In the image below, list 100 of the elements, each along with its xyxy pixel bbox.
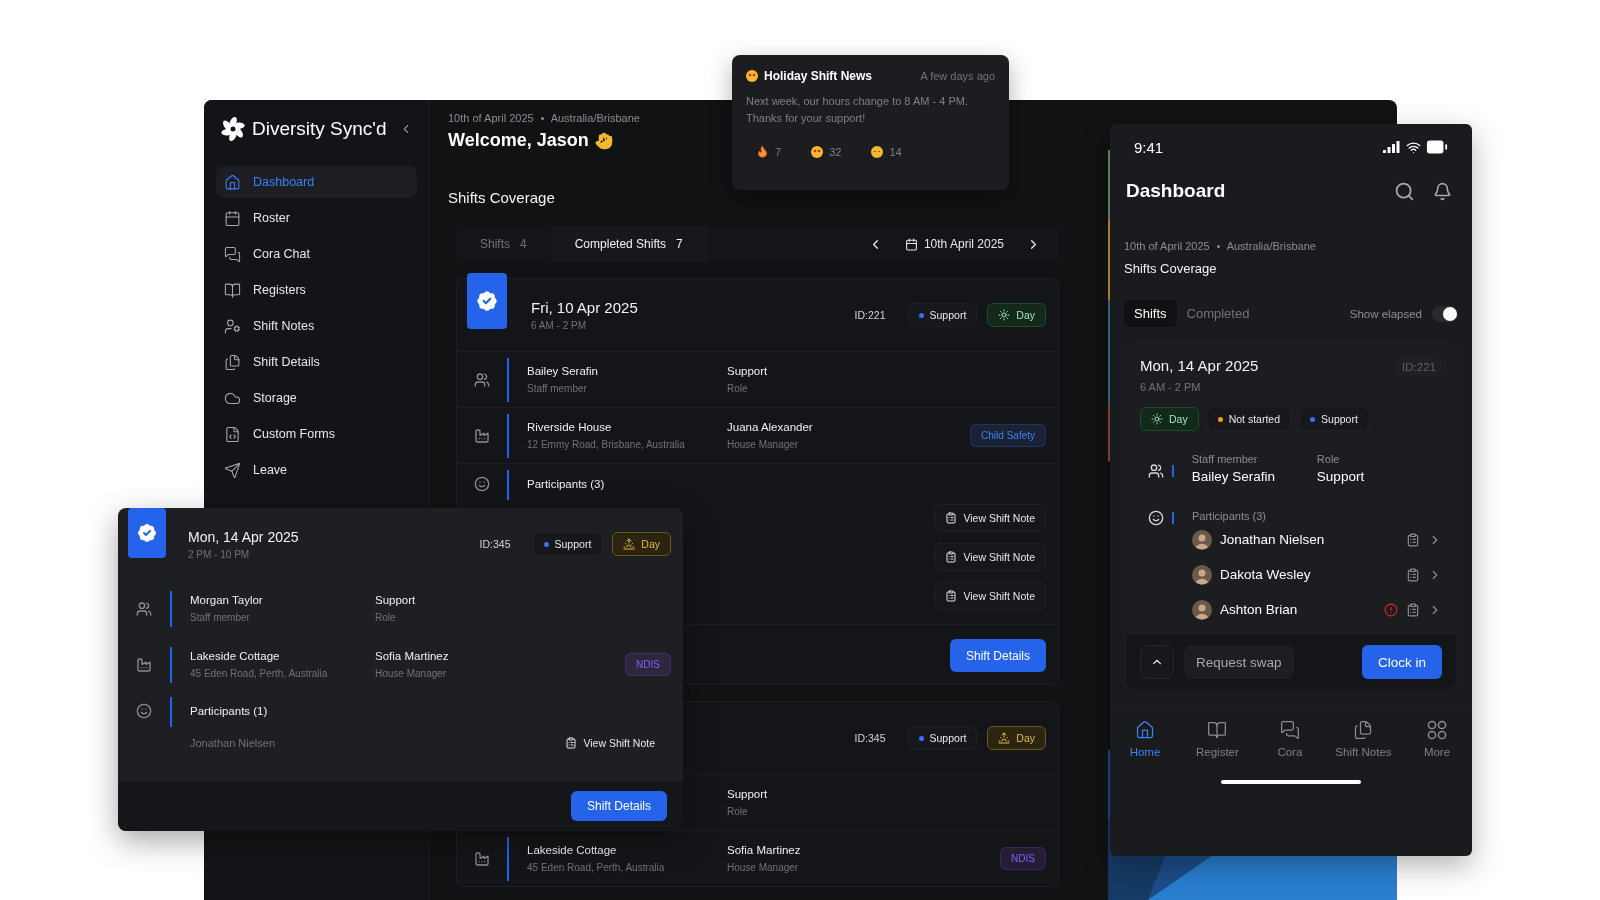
toggle-switch[interactable]	[1432, 305, 1458, 322]
clock-in-button[interactable]: Clock in	[1362, 645, 1442, 679]
emoji-icon	[746, 70, 758, 82]
role-caption: Role	[1316, 453, 1341, 465]
grid-icon	[1427, 720, 1447, 740]
manager-caption: House Manager	[727, 862, 800, 873]
timezone-text: Australia/Brisbane	[550, 112, 640, 124]
people-icon	[474, 371, 490, 388]
role-caption: Role	[727, 806, 749, 817]
shift-tab[interactable]: Shifts 4	[456, 226, 551, 262]
chat-bubbles-icon	[1279, 720, 1300, 740]
sidebar-item[interactable]: Shift Notes	[216, 310, 417, 342]
shift-id: ID:345	[478, 538, 512, 550]
manager-caption: House Manager	[727, 439, 800, 450]
page-title: Dashboard	[1126, 180, 1227, 202]
people-icon	[1148, 463, 1164, 479]
role-caption: Role	[375, 612, 397, 623]
participant-name: Jonathan Nielsen	[190, 737, 276, 749]
view-note-button[interactable]: View Shift Note	[934, 543, 1046, 571]
location-address: 45 Eden Road, Perth, Australia	[527, 862, 666, 873]
sidebar-item[interactable]: Leave	[216, 454, 417, 486]
home-icon	[224, 173, 241, 191]
bell-icon[interactable]	[1433, 181, 1452, 201]
shift-tag: Day	[1140, 407, 1199, 431]
segment-tab[interactable]: Completed	[1176, 300, 1260, 327]
sun-icon	[998, 309, 1011, 321]
search-icon[interactable]	[1394, 180, 1415, 202]
staff-caption: Staff member	[527, 383, 588, 394]
smiley-icon	[136, 703, 152, 719]
sidebar-item[interactable]: Storage	[216, 382, 417, 414]
staff-caption: Staff member	[190, 612, 251, 623]
section-title: Shifts Coverage	[448, 189, 556, 206]
participant-row[interactable]: Dakota Wesley	[1192, 557, 1442, 592]
shift-id: ID:345	[853, 732, 887, 744]
sidebar-item[interactable]: Custom Forms	[216, 418, 417, 450]
documents-icon	[1353, 720, 1374, 740]
shift-id: ID:221	[853, 309, 887, 321]
home-icon	[1135, 720, 1155, 740]
book-icon	[1207, 720, 1228, 740]
staff-name: Bailey Serafin	[527, 365, 599, 377]
shift-tab[interactable]: Completed Shifts 7	[550, 226, 707, 262]
timezone-text: Australia/Brisbane	[1226, 240, 1316, 252]
clipboard-icon	[1406, 602, 1420, 617]
staff-name: Bailey Serafin	[1191, 469, 1276, 484]
notification-message: Next week, our hours change to 8 AM - 4 PM. Thanks for your support!	[746, 94, 969, 126]
status-tag: Support	[907, 726, 978, 750]
tab-bar-item[interactable]: Cora	[1262, 720, 1317, 758]
sun-icon	[1151, 413, 1163, 425]
sidebar-item[interactable]: Cora Chat	[216, 238, 417, 270]
location-name: Lakeside Cottage	[527, 844, 618, 856]
signal-icon	[1383, 141, 1401, 153]
clipboard-icon	[945, 551, 958, 563]
view-note-button[interactable]: View Shift Note	[555, 729, 665, 757]
calendar-icon	[224, 209, 241, 227]
calendar-icon	[904, 237, 918, 251]
toggle-label: Show elapsed	[1349, 307, 1422, 320]
shift-details-button[interactable]: Shift Details	[570, 791, 667, 821]
notification-title: Holiday Shift News	[764, 69, 873, 83]
tab-bar-item[interactable]: Register	[1190, 720, 1245, 758]
shift-time: 6 AM - 2 PM	[531, 320, 587, 331]
building-icon	[136, 656, 152, 673]
status-tag: Support	[1299, 407, 1369, 431]
role-value: Support	[727, 365, 769, 377]
avatar-icon	[1192, 599, 1212, 620]
segment-tab[interactable]: Shifts	[1124, 300, 1177, 327]
manager-caption: House Manager	[375, 668, 448, 679]
sidebar-item[interactable]: Roster	[216, 202, 417, 234]
role-value: Support	[375, 594, 417, 606]
category-tag: NDIS	[1000, 847, 1046, 870]
brand-name: Diversity Sync'd	[252, 118, 388, 140]
flame-icon	[756, 145, 769, 158]
tab-bar-item[interactable]: More	[1410, 720, 1464, 758]
status-time: 9:41	[1134, 138, 1165, 156]
participant-row[interactable]: Ashton Brian	[1192, 592, 1442, 627]
shift-details-button[interactable]: Shift Details	[949, 639, 1046, 672]
view-note-button[interactable]: View Shift Note	[934, 504, 1046, 532]
view-note-button[interactable]: View Shift Note	[934, 582, 1046, 610]
status-tag: Support	[532, 532, 603, 556]
request-swap-button[interactable]: Request swap	[1184, 645, 1294, 679]
status-tag: Not started	[1206, 407, 1292, 431]
emoji-icon	[871, 145, 884, 158]
participant-row[interactable]: Jonathan Nielsen	[1192, 522, 1442, 557]
participants-title: Participants (1)	[190, 705, 269, 717]
tab-bar-item[interactable]: Home	[1118, 720, 1172, 758]
sidebar-item[interactable]: Shift Details	[216, 346, 417, 378]
role-value: Support	[727, 788, 769, 800]
avatar-icon	[1192, 529, 1212, 550]
shift-time: 2 PM - 10 PM	[188, 548, 251, 560]
sidebar-item[interactable]: Registers	[216, 274, 417, 306]
date-picker[interactable]: 10th April 2025	[904, 237, 1004, 251]
manager-name: Sofia Martinez	[375, 650, 450, 662]
tab-bar-item[interactable]: Shift Notes	[1335, 720, 1392, 758]
location-name: Riverside House	[527, 421, 613, 433]
shift-date: Mon, 14 Apr 2025	[1140, 357, 1259, 374]
building-icon	[474, 850, 490, 867]
people-icon	[136, 600, 152, 617]
building-icon	[474, 427, 490, 444]
location-address: 12 Emmy Road, Brisbane, Australia	[527, 439, 686, 450]
sidebar-item[interactable]: Dashboard	[216, 166, 417, 198]
smiley-icon	[474, 476, 490, 492]
